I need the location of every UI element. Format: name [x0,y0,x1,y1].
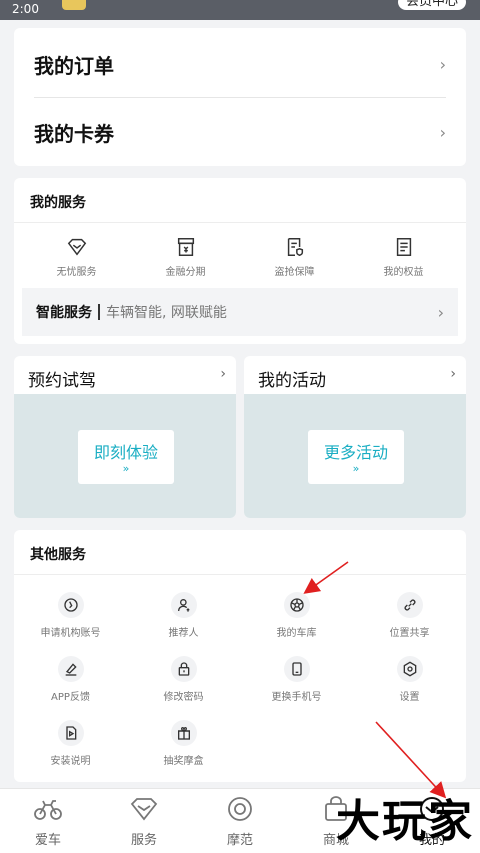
activities-title: 我的活动 [258,371,326,391]
section-title: 其他服务 [30,547,86,563]
gift-icon [170,720,197,746]
wheel-icon [283,592,310,618]
orders-card: 我的订单 › 我的卡券 › [14,28,466,166]
item-label: 设置 [399,692,420,703]
chevron-right-icon: › [439,122,446,142]
test-drive-card[interactable]: 预约试驾 › 即刻体验 » [14,356,236,518]
finance-icon [177,238,194,256]
item-label: 抽奖摩盒 [163,756,204,767]
item-label: 修改密码 [163,692,204,703]
chevron-right-icon: › [439,54,446,74]
item-label: 安装说明 [50,756,91,767]
tab-mofan[interactable]: 摩范 [192,789,288,853]
tab-label: 服务 [130,833,157,848]
more-activities-button[interactable]: 更多活动 » [308,430,404,484]
try-now-label: 即刻体验 [93,443,158,462]
my-coupons-label: 我的卡券 [34,121,114,146]
divider [14,222,466,223]
service-worry-free[interactable]: 无忧服务 [22,236,131,282]
play-doc-icon [57,720,84,746]
more-activities-label: 更多活动 [323,443,388,462]
chevron-right-icon: › [450,366,456,382]
change-phone-item[interactable]: 更换手机号 [240,656,353,703]
smart-service-row[interactable]: 智能服务 车辆智能, 网联赋能 › [22,288,458,336]
member-center-button[interactable]: 会员中心 [397,0,466,10]
tab-label: 爱车 [34,833,61,848]
service-label: 盗抢保障 [274,267,315,278]
chevron-right-icon: › [220,366,226,382]
clock-icon [57,592,84,618]
my-orders-label: 我的订单 [34,53,114,78]
double-chevron-icon: » [352,462,360,475]
smart-service-title: 智能服务 [36,305,92,321]
my-garage-item[interactable]: 我的车库 [240,592,353,639]
service-theft-protection[interactable]: 盗抢保障 [240,236,349,282]
shield-doc-icon [287,238,303,257]
separator [98,304,100,320]
tab-my-car[interactable]: 爱车 [0,789,96,853]
referrer-item[interactable]: 推荐人 [127,592,240,639]
person-icon [170,592,197,618]
phone-icon [283,656,310,682]
my-coupons-row[interactable]: 我的卡券 › [34,98,446,166]
tab-services[interactable]: 服务 [96,789,192,853]
lock-icon [170,656,197,682]
smart-service-subtitle: 车辆智能, 网联赋能 [106,305,227,321]
motorcycle-icon [34,800,62,820]
settings-item[interactable]: 设置 [353,656,466,703]
item-label: 申请机构账号 [40,628,101,639]
feedback-icon [57,656,84,682]
target-icon [228,797,252,821]
install-guide-item[interactable]: 安装说明 [14,720,127,767]
item-label: 我的车库 [276,628,317,639]
status-time: 2:00 [12,2,39,16]
apply-org-account-item[interactable]: 申请机构账号 [14,592,127,639]
my-orders-row[interactable]: 我的订单 › [34,30,446,98]
service-finance[interactable]: 金融分期 [131,236,240,282]
service-label: 我的权益 [383,267,424,278]
lottery-box-item[interactable]: 抽奖摩盒 [127,720,240,767]
chevron-right-icon: › [437,302,444,322]
status-bar: 2:00 会员中心 [0,0,480,20]
link-icon [396,592,423,618]
diamond-icon [130,798,158,821]
service-my-benefits[interactable]: 我的权益 [349,236,458,282]
notification-icon [62,0,86,10]
double-chevron-icon: » [122,462,130,475]
watermark: 大玩家 [336,796,474,847]
service-label: 金融分期 [165,267,206,278]
app-feedback-item[interactable]: APP反馈 [14,656,127,703]
services-grid: 无忧服务 金融分期 盗抢保障 我的权益 [22,236,458,282]
service-label: 无忧服务 [56,267,97,278]
try-now-button[interactable]: 即刻体验 » [78,430,174,484]
item-label: 位置共享 [389,628,430,639]
activities-card[interactable]: 我的活动 › 更多活动 » [244,356,466,518]
gear-icon [396,656,423,682]
item-label: 推荐人 [168,628,199,639]
test-drive-title: 预约试驾 [28,371,96,391]
benefit-doc-icon [396,238,411,256]
section-title: 我的服务 [30,195,86,211]
item-label: APP反馈 [51,692,90,703]
location-share-item[interactable]: 位置共享 [353,592,466,639]
diamond-icon [67,238,86,256]
my-services-card: 我的服务 无忧服务 金融分期 盗抢保障 我的权益 智能服务 车辆智能, 网联赋能… [14,178,466,344]
item-label: 更换手机号 [271,692,322,703]
change-password-item[interactable]: 修改密码 [127,656,240,703]
divider [14,574,466,575]
other-services-card: 其他服务 申请机构账号 推荐人 我的车库 位置共享 APP反馈 修改密码 更换手… [14,530,466,782]
tab-label: 摩范 [226,833,253,848]
